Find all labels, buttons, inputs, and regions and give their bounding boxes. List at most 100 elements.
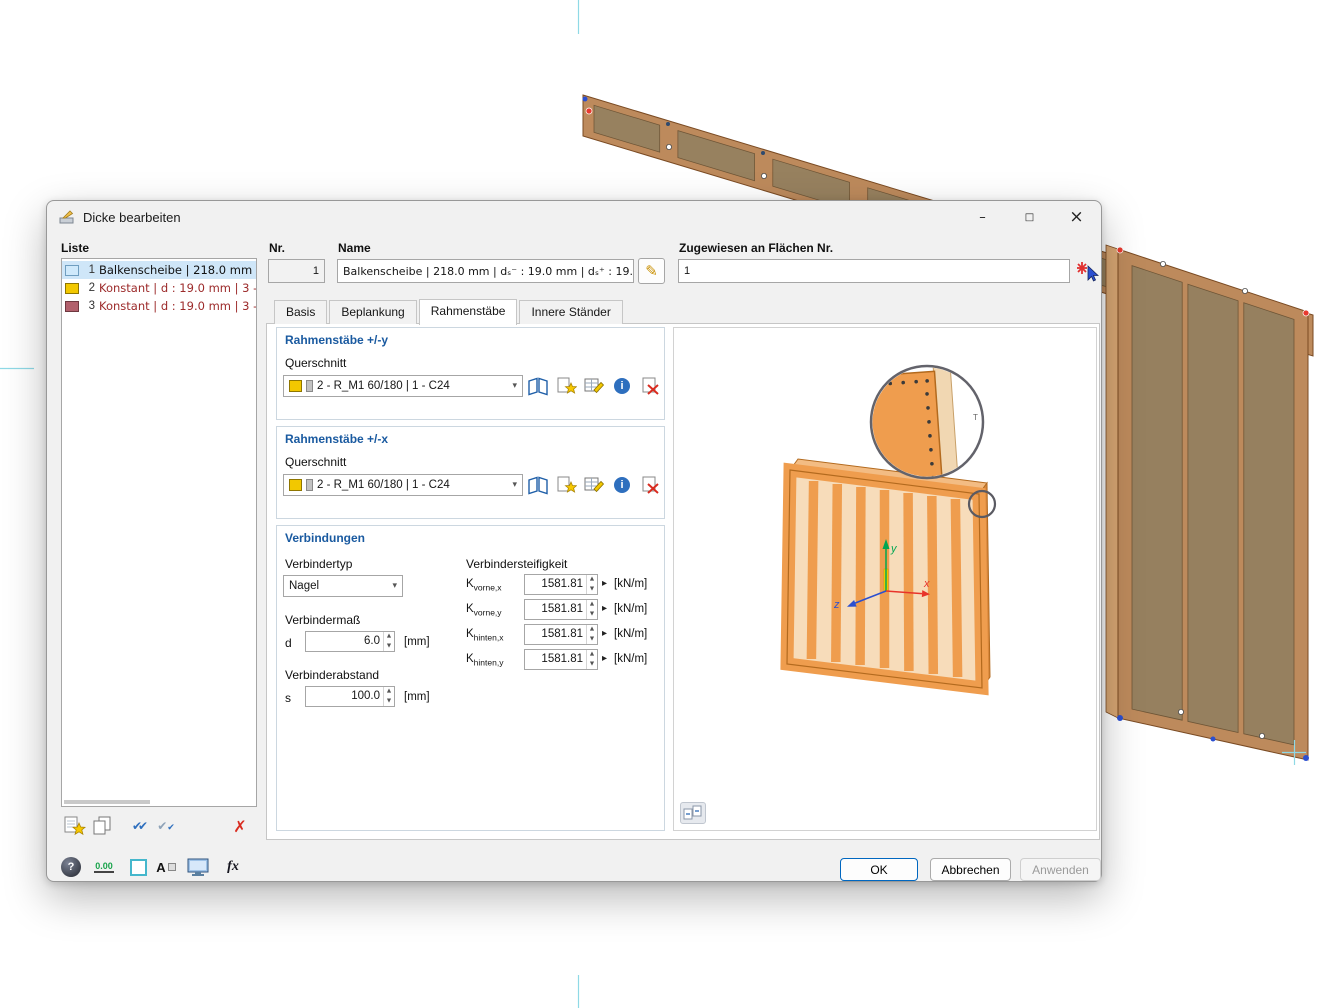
- section-rahmenstaebe-x: Rahmenstäbe +/-x Querschnitt 2 - R_M1 60…: [276, 426, 665, 519]
- list-item[interactable]: 2 Konstant | d : 19.0 mm | 3 - OSB: [62, 279, 256, 297]
- cross-section-library-button[interactable]: [526, 474, 550, 496]
- list-item[interactable]: 3 Konstant | d : 19.0 mm | 3 - OSB: [62, 297, 256, 315]
- stiffness-row-label: Kvorne,y: [466, 603, 502, 618]
- tab-basis[interactable]: Basis: [274, 300, 328, 324]
- connector-spacing-input[interactable]: 100.0 ▲ ▼: [305, 686, 395, 707]
- font-settings-button[interactable]: A: [153, 855, 179, 879]
- select-filter-button[interactable]: ✔✔: [153, 814, 179, 838]
- spinner-arrows[interactable]: ▲ ▼: [586, 575, 597, 594]
- node-dot: [761, 172, 768, 179]
- list-horizontal-scrollbar[interactable]: [64, 800, 150, 804]
- chevron-down-icon: ▾: [512, 480, 517, 490]
- section-rahmenstaebe-y: Rahmenstäbe +/-y Querschnitt 2 - R_M1 60…: [276, 327, 665, 420]
- stiffness-row-label: Khinten,y: [466, 653, 504, 668]
- connector-type-select[interactable]: Nagel ▾: [283, 575, 403, 597]
- list-item-label: Balkenscheibe | 218.0 mm | dₛ⁻ :: [99, 263, 256, 277]
- chevron-down-icon: ▾: [392, 581, 397, 591]
- connector-size-input[interactable]: 6.0 ▲ ▼: [305, 631, 395, 652]
- querschnitt-label: Querschnitt: [285, 356, 347, 370]
- cross-section-library-button[interactable]: [526, 375, 550, 397]
- cross-section-select-x[interactable]: 2 - R_M1 60/180 | 1 - C24 ▾: [283, 474, 523, 496]
- stiffness-flyout-button[interactable]: ▸: [602, 628, 607, 639]
- assigned-surfaces-label: Zugewiesen an Flächen Nr.: [679, 241, 834, 255]
- pick-surfaces-button[interactable]: [1073, 258, 1100, 284]
- cross-section-select-y[interactable]: 2 - R_M1 60/180 | 1 - C24 ▾: [283, 375, 523, 397]
- wall-preview-graphic: T y x z: [780, 363, 997, 696]
- querschnitt-label: Querschnitt: [285, 455, 347, 469]
- font-box-icon: [167, 863, 176, 871]
- list-item[interactable]: 1 Balkenscheibe | 218.0 mm | dₛ⁻ :: [62, 261, 256, 279]
- stiffness-input[interactable]: 1581.81 ▲ ▼: [524, 624, 598, 645]
- apply-button[interactable]: Anwenden: [1020, 858, 1101, 881]
- stiffness-flyout-button[interactable]: ▸: [602, 653, 607, 664]
- new-cross-section-button[interactable]: [554, 375, 578, 397]
- name-field[interactable]: Balkenscheibe | 218.0 mm | dₛ⁻ : 19.0 mm…: [337, 259, 634, 283]
- cross-section-info-button[interactable]: i: [610, 474, 634, 496]
- close-button[interactable]: ×: [1053, 201, 1100, 233]
- maximize-button[interactable]: □: [1006, 201, 1053, 233]
- node-dot: [666, 143, 673, 150]
- stiffness-flyout-button[interactable]: ▸: [602, 578, 607, 589]
- tab-bar: Basis Beplankung Rahmenstäbe Innere Stän…: [266, 298, 625, 325]
- cancel-button[interactable]: Abbrechen: [930, 858, 1011, 881]
- node-dot: [1259, 733, 1266, 740]
- help-button[interactable]: ?: [58, 855, 84, 879]
- edit-cross-section-button[interactable]: [582, 375, 606, 397]
- new-cross-section-button[interactable]: [554, 474, 578, 496]
- copy-thickness-button[interactable]: [89, 814, 115, 838]
- node-dot: [1160, 260, 1167, 267]
- stiffness-row-label: Khinten,x: [466, 628, 504, 643]
- color-display-button[interactable]: [125, 855, 151, 879]
- unit-label: [kN/m]: [614, 578, 648, 590]
- detail-marker-label: T: [973, 413, 978, 422]
- units-settings-button[interactable]: 0.00: [91, 855, 117, 879]
- material-swatch-yellow: [289, 380, 302, 392]
- unit-label: [mm]: [404, 636, 430, 648]
- list-label: Liste: [61, 241, 90, 255]
- spinner-arrows[interactable]: ▲ ▼: [383, 687, 394, 706]
- node-dot: [1116, 246, 1124, 254]
- spinner-arrows[interactable]: ▲ ▼: [586, 650, 597, 669]
- tab-beplankung[interactable]: Beplankung: [329, 300, 417, 324]
- thickness-list[interactable]: 1 Balkenscheibe | 218.0 mm | dₛ⁻ : 2 Kon…: [61, 258, 257, 807]
- edit-cross-section-button[interactable]: [582, 474, 606, 496]
- delete-cross-section-button[interactable]: [638, 375, 662, 397]
- stiffness-flyout-button[interactable]: ▸: [602, 603, 607, 614]
- verbindermass-label: Verbindermaß: [285, 613, 361, 627]
- node-dot: [1178, 709, 1185, 716]
- delete-cross-section-button[interactable]: [638, 474, 662, 496]
- cross-section-info-button[interactable]: i: [610, 375, 634, 397]
- tab-rahmenstaebe[interactable]: Rahmenstäbe: [418, 299, 518, 325]
- list-item-label: Konstant | d : 19.0 mm | 3 - OSB: [99, 299, 256, 313]
- spinner-arrows[interactable]: ▲ ▼: [383, 632, 394, 651]
- node-dot: [666, 122, 670, 126]
- tab-innere-staender[interactable]: Innere Ständer: [519, 300, 623, 324]
- material-swatch-yellow: [289, 479, 302, 491]
- list-item-number: 2: [88, 282, 95, 294]
- display-settings-button[interactable]: [185, 855, 211, 879]
- delete-thickness-button[interactable]: ✗: [227, 814, 253, 838]
- stiffness-input[interactable]: 1581.81 ▲ ▼: [524, 599, 598, 620]
- verbinderabstand-label: Verbinderabstand: [285, 668, 380, 682]
- dialog-dicke-bearbeiten: Dicke bearbeiten – □ × Liste 1 Balkensch…: [46, 200, 1102, 882]
- edit-name-button[interactable]: ✎: [638, 258, 665, 284]
- preview-options-button[interactable]: [680, 802, 706, 824]
- verbindersteifigkeit-label: Verbindersteifigkeit: [466, 557, 568, 571]
- function-button[interactable]: fx: [220, 855, 246, 879]
- dialog-titlebar[interactable]: Dicke bearbeiten – □ ×: [47, 201, 1101, 233]
- stiffness-input[interactable]: 1581.81 ▲ ▼: [524, 649, 598, 670]
- node-dot: [1302, 309, 1310, 317]
- stiffness-input[interactable]: 1581.81 ▲ ▼: [524, 574, 598, 595]
- spinner-arrows[interactable]: ▲ ▼: [586, 600, 597, 619]
- minimize-button[interactable]: –: [959, 201, 1006, 233]
- spinner-arrows[interactable]: ▲ ▼: [586, 625, 597, 644]
- nr-label: Nr.: [269, 241, 286, 255]
- timber-panel-right: [1105, 244, 1310, 761]
- unit-label: [mm]: [404, 691, 430, 703]
- select-all-button[interactable]: ✔✔: [125, 814, 151, 838]
- new-thickness-button[interactable]: [61, 814, 87, 838]
- thickness-color-swatch: [65, 282, 79, 294]
- assigned-surfaces-field[interactable]: 1: [678, 259, 1070, 283]
- ok-button[interactable]: OK: [840, 858, 918, 881]
- chevron-down-icon: ▾: [512, 381, 517, 391]
